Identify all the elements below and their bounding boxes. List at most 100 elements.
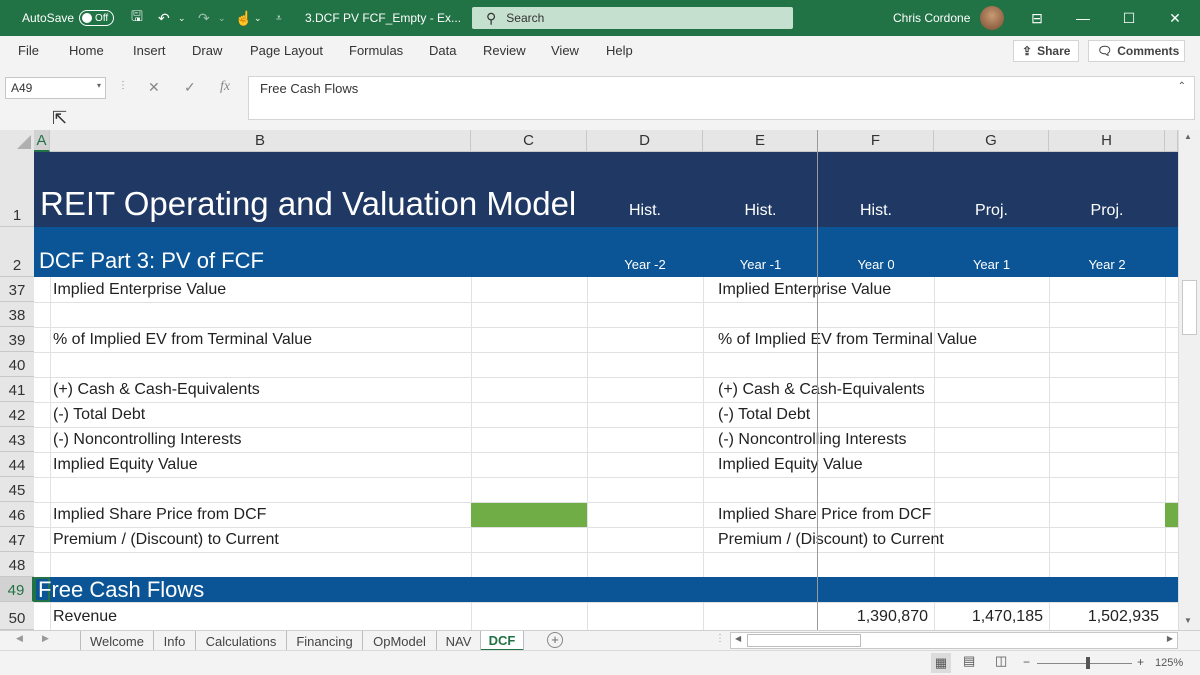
row-header-2[interactable]: 2 xyxy=(0,227,34,277)
touch-mode-icon[interactable]: ☝ xyxy=(235,0,252,36)
row-header-43[interactable]: 43 xyxy=(0,427,34,452)
model-title[interactable]: REIT Operating and Valuation Model xyxy=(40,184,576,224)
horizontal-scrollbar[interactable]: ◀ ▶ xyxy=(730,632,1178,649)
hist-label-f[interactable]: Hist. xyxy=(818,200,934,222)
insert-function-icon[interactable]: fx xyxy=(220,79,230,95)
zoom-slider[interactable] xyxy=(1037,663,1132,664)
sheet-tab-opmodel[interactable]: OpModel xyxy=(363,631,437,651)
column-header-g[interactable]: G xyxy=(934,130,1049,152)
label-implied-ev-e[interactable]: Implied Enterprise Value xyxy=(718,277,891,302)
formula-input[interactable]: Free Cash Flows ⌃ xyxy=(248,76,1195,120)
redo-dropdown-icon[interactable]: ⌄ xyxy=(218,0,226,36)
tab-data[interactable]: Data xyxy=(429,43,456,58)
collapse-icon[interactable]: ⌃ xyxy=(1178,81,1186,92)
section-title[interactable]: DCF Part 3: PV of FCF xyxy=(39,246,264,276)
row-header-42[interactable]: 42 xyxy=(0,402,34,427)
label-share-price[interactable]: Implied Share Price from DCF xyxy=(53,502,266,527)
label-share-price-e[interactable]: Implied Share Price from DCF xyxy=(718,502,931,527)
year-label-e[interactable]: Year -1 xyxy=(703,254,818,274)
undo-dropdown-icon[interactable]: ⌄ xyxy=(178,0,186,36)
column-header-h[interactable]: H xyxy=(1049,130,1165,152)
name-box[interactable]: A49 ▾ xyxy=(5,77,106,99)
freeze-pane-divider[interactable] xyxy=(817,130,818,630)
hist-label-d[interactable]: Hist. xyxy=(587,200,703,222)
column-header-a[interactable]: A xyxy=(34,130,50,152)
tab-view[interactable]: View xyxy=(551,43,579,58)
chevron-down-icon[interactable]: ▾ xyxy=(97,81,101,90)
row-header-39[interactable]: 39 xyxy=(0,327,34,352)
autosave-toggle[interactable]: Off xyxy=(79,10,115,26)
ribbon-display-icon[interactable]: ⊟ xyxy=(1014,0,1060,36)
label-implied-ev[interactable]: Implied Enterprise Value xyxy=(53,277,226,302)
label-pct-tv[interactable]: % of Implied EV from Terminal Value xyxy=(53,327,312,352)
year-label-g[interactable]: Year 1 xyxy=(934,254,1049,274)
sheet-tab-dcf[interactable]: DCF xyxy=(481,631,524,651)
next-sheet-icon[interactable]: ▶ xyxy=(42,633,49,644)
tab-page-layout[interactable]: Page Layout xyxy=(250,43,323,58)
tab-insert[interactable]: Insert xyxy=(133,43,166,58)
vertical-scrollbar[interactable]: ▲ ▼ xyxy=(1178,130,1200,630)
tab-draw[interactable]: Draw xyxy=(192,43,222,58)
proj-label-g[interactable]: Proj. xyxy=(934,200,1049,222)
label-premium-e[interactable]: Premium / (Discount) to Current xyxy=(718,527,944,552)
row-header-41[interactable]: 41 xyxy=(0,377,34,402)
customize-toolbar-icon[interactable]: ⩡ xyxy=(276,0,282,36)
row-header-38[interactable]: 38 xyxy=(0,302,34,327)
label-cash-e[interactable]: (+) Cash & Cash-Equivalents xyxy=(718,377,925,402)
undo-icon[interactable]: ↶ xyxy=(158,0,170,36)
revenue-year0[interactable]: 1,390,870 xyxy=(818,604,928,630)
search-box[interactable]: ⚲ Search xyxy=(472,7,793,29)
fcf-section-title[interactable]: Free Cash Flows xyxy=(38,577,204,602)
tab-home[interactable]: Home xyxy=(69,43,104,58)
cancel-icon[interactable]: ✕ xyxy=(148,79,160,96)
sheet-tab-nav[interactable]: NAV xyxy=(437,631,481,651)
sheet-tab-calculations[interactable]: Calculations xyxy=(196,631,287,651)
redo-icon[interactable]: ↷ xyxy=(198,0,210,36)
row-header-47[interactable]: 47 xyxy=(0,527,34,552)
label-equity-value[interactable]: Implied Equity Value xyxy=(53,452,198,477)
scroll-left-icon[interactable]: ◀ xyxy=(735,634,741,643)
close-icon[interactable]: ✕ xyxy=(1152,0,1198,36)
row-header-37[interactable]: 37 xyxy=(0,277,34,302)
label-premium[interactable]: Premium / (Discount) to Current xyxy=(53,527,279,552)
column-header-f[interactable]: F xyxy=(818,130,934,152)
revenue-year1[interactable]: 1,470,185 xyxy=(934,604,1043,630)
page-break-view-icon[interactable]: ◫ xyxy=(995,653,1007,669)
row-header-48[interactable]: 48 xyxy=(0,552,34,577)
zoom-in-icon[interactable]: + xyxy=(1137,655,1144,669)
zoom-out-icon[interactable]: − xyxy=(1023,655,1030,669)
select-all-corner[interactable] xyxy=(0,130,34,152)
zoom-slider-thumb[interactable] xyxy=(1086,657,1090,669)
label-revenue[interactable]: Revenue xyxy=(53,604,117,630)
minimize-icon[interactable]: — xyxy=(1060,0,1106,36)
scroll-down-icon[interactable]: ▼ xyxy=(1184,616,1192,625)
zoom-level[interactable]: 125% xyxy=(1155,657,1183,669)
maximize-icon[interactable]: ☐ xyxy=(1106,0,1152,36)
autosave-control[interactable]: AutoSave Off xyxy=(22,0,115,36)
label-nci[interactable]: (-) Noncontrolling Interests xyxy=(53,427,242,452)
sheet-tab-welcome[interactable]: Welcome xyxy=(80,631,154,651)
label-pct-tv-e[interactable]: % of Implied EV from Terminal Value xyxy=(718,327,977,352)
column-header-d[interactable]: D xyxy=(587,130,703,152)
add-sheet-icon[interactable]: + xyxy=(547,632,563,648)
scroll-thumb[interactable] xyxy=(1182,280,1197,335)
row-header-40[interactable]: 40 xyxy=(0,352,34,377)
label-equity-value-e[interactable]: Implied Equity Value xyxy=(718,452,863,477)
tab-help[interactable]: Help xyxy=(606,43,633,58)
touch-dropdown-icon[interactable]: ⌄ xyxy=(254,0,262,36)
year-label-h[interactable]: Year 2 xyxy=(1049,254,1165,274)
column-header-b[interactable]: B xyxy=(50,130,471,152)
splitter-icon[interactable]: ⋮ xyxy=(715,633,725,644)
sheet-tab-info[interactable]: Info xyxy=(154,631,196,651)
label-cash[interactable]: (+) Cash & Cash-Equivalents xyxy=(53,377,260,402)
tab-file[interactable]: File xyxy=(18,43,39,58)
save-icon[interactable]: 🖫 xyxy=(131,0,143,36)
normal-view-icon[interactable]: ▦ xyxy=(931,653,951,673)
tab-formulas[interactable]: Formulas xyxy=(349,43,403,58)
worksheet-grid[interactable]: A B C D E F G H 1 2 37 38 39 40 41 42 43… xyxy=(0,130,1200,630)
label-total-debt-e[interactable]: (-) Total Debt xyxy=(718,402,810,427)
prev-sheet-icon[interactable]: ◀ xyxy=(16,633,23,644)
column-header-c[interactable]: C xyxy=(471,130,587,152)
green-input-cell[interactable] xyxy=(471,503,587,527)
year-label-d[interactable]: Year -2 xyxy=(587,254,703,274)
